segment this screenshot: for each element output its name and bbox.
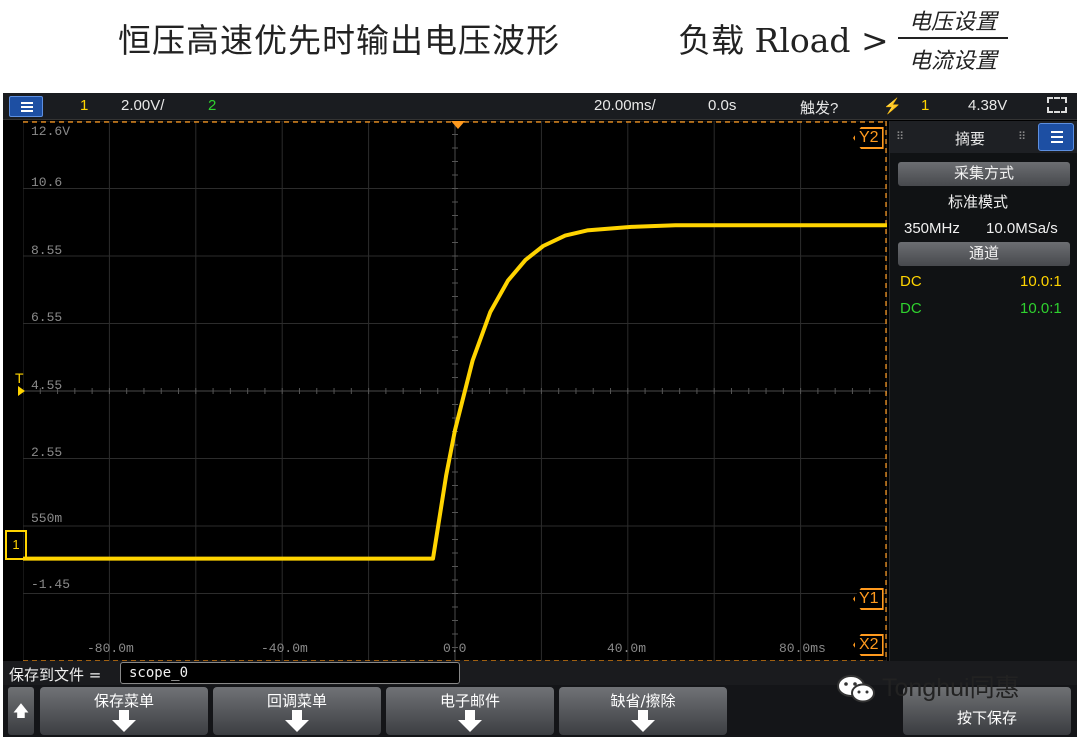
ch2-probe-ratio: 10.0:1 — [1020, 300, 1062, 317]
slide-title: 恒压高速优先时输出电压波形 — [118, 21, 560, 60]
timebase[interactable]: 20.00ms/ — [594, 97, 656, 114]
save-menu-softkey[interactable]: 保存菜单 — [40, 687, 208, 735]
fraction-denominator: 电流设置 — [908, 49, 997, 74]
ch1-ground-marker[interactable]: 1 — [5, 530, 27, 560]
time-label: -80.0m — [87, 641, 134, 656]
volt-label: 6.55 — [31, 310, 63, 325]
load-label: 负载 Rload > — [678, 21, 889, 60]
panel-menu-button[interactable] — [1038, 123, 1074, 151]
acquisition-mode: 标准模式 — [948, 194, 1009, 211]
up-arrow-icon: 🡅 — [12, 701, 30, 720]
fraction-bar — [898, 37, 1008, 39]
wechat-watermark: Tonghui同惠 — [836, 668, 1020, 704]
drag-handle-icon[interactable]: ⠿ — [896, 130, 904, 143]
waveform-chart — [23, 121, 887, 661]
trigger-source[interactable]: 1 — [921, 97, 929, 114]
softkey-label: 回调菜单 — [266, 692, 327, 710]
sample-rate: 10.0MSa/s — [986, 220, 1058, 237]
list-icon — [1051, 131, 1063, 133]
acquisition-button[interactable]: 采集方式 — [898, 162, 1070, 186]
channel-button[interactable]: 通道 — [898, 242, 1070, 266]
trigger-level-marker[interactable]: T — [15, 370, 24, 386]
ch1-indicator[interactable]: 1 — [80, 97, 88, 114]
down-arrow-icon — [631, 710, 655, 732]
bandwidth: 350MHz — [904, 220, 960, 237]
ch1-coupling: DC — [900, 273, 922, 290]
list-icon-line — [1051, 136, 1063, 138]
time-label: 40.0m — [607, 641, 647, 656]
ch1-probe-ratio: 10.0:1 — [1020, 273, 1062, 290]
volt-label: 2.55 — [31, 445, 63, 460]
menu-icon-line — [21, 110, 33, 112]
trigger-level[interactable]: 4.38V — [968, 97, 1007, 114]
list-icon-line — [1051, 141, 1063, 143]
softkey-label: 缺省/擦除 — [610, 692, 676, 710]
trigger-edge-icon: ⚡ — [883, 98, 902, 115]
filename-field[interactable]: scope_0 — [120, 662, 460, 684]
zoom-box-icon[interactable] — [1047, 97, 1067, 113]
recall-menu-softkey[interactable]: 回调菜单 — [213, 687, 381, 735]
summary-panel-title: 摘要 — [954, 131, 985, 148]
volt-label: 10.6 — [31, 175, 63, 190]
watermark-text: Tonghui同惠 — [882, 674, 1020, 702]
menu-icon-line — [21, 106, 33, 108]
menu-up-button[interactable]: 🡅 — [8, 687, 34, 735]
ch2-coupling: DC — [900, 300, 922, 317]
ch2-indicator[interactable]: 2 — [208, 97, 216, 114]
default-erase-softkey[interactable]: 缺省/擦除 — [559, 687, 727, 735]
down-arrow-icon — [285, 710, 309, 732]
softkey-label: 电子邮件 — [439, 692, 500, 710]
volt-label: -1.45 — [31, 577, 71, 592]
oscilloscope-screen: 1 2.00V/ 2 20.00ms/ 0.0s 触发? ⚡ 1 4.38V 1… — [3, 93, 1077, 737]
save-to-file-label: 保存到文件 = — [9, 666, 102, 684]
drag-handle-icon[interactable]: ⠿ — [1018, 130, 1026, 143]
trigger-level-arrow-icon — [18, 386, 25, 396]
waveform-display[interactable] — [23, 121, 887, 661]
summary-panel: ⠿ 摘要 ⠿ 采集方式 标准模式 350MHz 10.0MSa/s 通道 DC … — [889, 121, 1077, 661]
volt-label: 4.55 — [31, 378, 63, 393]
volt-label: 12.6V — [31, 124, 71, 139]
ch1-scale[interactable]: 2.00V/ — [121, 97, 164, 114]
down-arrow-icon — [112, 710, 136, 732]
trigger-status: 触发? — [800, 100, 839, 117]
fraction-numerator: 电压设置 — [908, 10, 997, 35]
time-label: 80.0ms — [779, 641, 826, 656]
time-delay[interactable]: 0.0s — [708, 97, 736, 114]
wechat-logo-icon — [836, 674, 876, 704]
main-menu-button[interactable] — [9, 96, 43, 117]
time-label: 0.0 — [443, 641, 467, 656]
volt-label: 8.55 — [31, 243, 63, 258]
menu-icon — [21, 102, 33, 104]
down-arrow-icon — [458, 710, 482, 732]
softkey-label: 保存菜单 — [93, 692, 154, 710]
email-softkey[interactable]: 电子邮件 — [386, 687, 554, 735]
time-label: -40.0m — [261, 641, 308, 656]
summary-panel-header: ⠿ 摘要 ⠿ — [890, 121, 1077, 153]
volt-label: 550m — [31, 511, 63, 526]
trigger-position-marker[interactable] — [451, 121, 465, 129]
status-bar: 1 2.00V/ 2 20.00ms/ 0.0s 触发? ⚡ 1 4.38V — [3, 93, 1077, 120]
load-fraction: 电压设置 电流设置 — [898, 4, 1008, 75]
